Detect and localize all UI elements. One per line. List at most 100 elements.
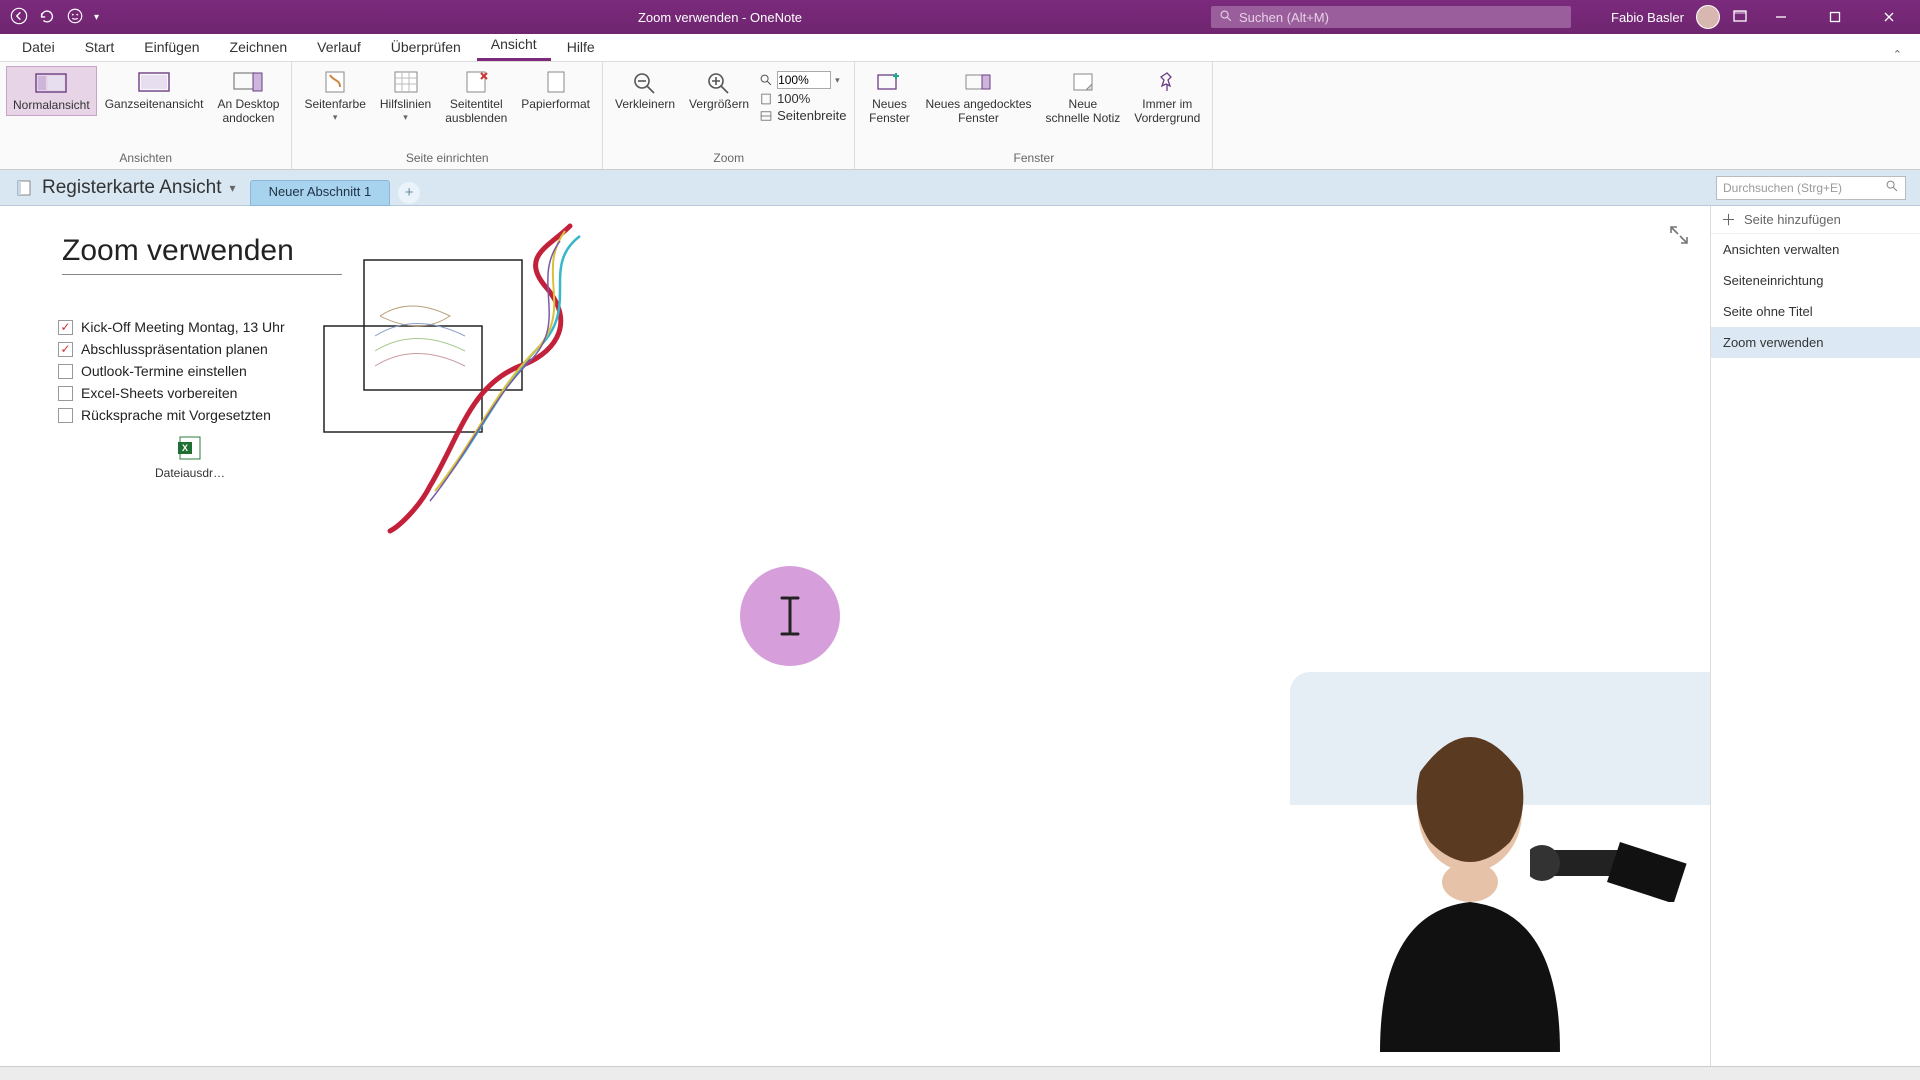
checkbox-icon[interactable] bbox=[58, 364, 73, 379]
tab-ansicht[interactable]: Ansicht bbox=[477, 32, 551, 61]
chevron-down-icon: ▾ bbox=[230, 181, 236, 195]
qat-dropdown-icon[interactable]: ▾ bbox=[94, 12, 99, 23]
tab-start[interactable]: Start bbox=[71, 35, 129, 61]
zoom-pagewidth-button[interactable]: Seitenbreite bbox=[757, 107, 848, 124]
tab-ueberpruefen[interactable]: Überprüfen bbox=[377, 35, 475, 61]
checkbox-icon[interactable]: ✓ bbox=[58, 342, 73, 357]
new-docked-window-button[interactable]: Neues angedocktes Fenster bbox=[919, 66, 1037, 128]
plus-icon: ＋ bbox=[1721, 209, 1736, 230]
ribbon-group-label: Ansichten bbox=[6, 149, 285, 169]
tab-hilfe[interactable]: Hilfe bbox=[553, 35, 609, 61]
cursor-highlight bbox=[740, 566, 840, 666]
normal-view-icon bbox=[33, 69, 69, 97]
ribbon-tabs: Datei Start Einfügen Zeichnen Verlauf Üb… bbox=[0, 34, 1920, 62]
quick-note-icon bbox=[1065, 68, 1101, 96]
dock-to-desktop-button[interactable]: An Desktop andocken bbox=[211, 66, 285, 128]
window-close-button[interactable] bbox=[1868, 0, 1910, 34]
todo-list: ✓Kick-Off Meeting Montag, 13 Uhr ✓Abschl… bbox=[58, 316, 285, 426]
window-title: Zoom verwenden - OneNote bbox=[229, 10, 1211, 25]
hide-title-icon bbox=[458, 68, 494, 96]
docked-window-icon bbox=[961, 68, 997, 96]
page-search[interactable] bbox=[1716, 176, 1906, 200]
page-icon bbox=[759, 92, 773, 106]
page-list-panel: ＋ Seite hinzufügen Ansichten verwalten S… bbox=[1710, 206, 1920, 1066]
pagewidth-icon bbox=[759, 109, 773, 123]
ribbon-group-window: Neues Fenster Neues angedocktes Fenster … bbox=[855, 62, 1213, 169]
zoom-in-button[interactable]: Vergrößern bbox=[683, 66, 755, 114]
ink-scribble[interactable] bbox=[320, 216, 620, 536]
add-page-button[interactable]: ＋ Seite hinzufügen bbox=[1711, 206, 1920, 234]
chevron-down-icon[interactable]: ▾ bbox=[835, 75, 840, 86]
tab-einfuegen[interactable]: Einfügen bbox=[130, 35, 213, 61]
search-input[interactable] bbox=[1239, 10, 1563, 25]
checkbox-icon[interactable] bbox=[58, 408, 73, 423]
window-minimize-button[interactable] bbox=[1760, 0, 1802, 34]
ribbon-group-views: Normalansicht Ganzseitenansicht An Deskt… bbox=[0, 62, 292, 169]
tab-datei[interactable]: Datei bbox=[8, 35, 69, 61]
list-item[interactable]: ✓Abschlusspräsentation planen bbox=[58, 338, 285, 360]
list-item[interactable]: Outlook-Termine einstellen bbox=[58, 360, 285, 382]
zoom-out-icon bbox=[627, 68, 663, 96]
zoom-level-input[interactable] bbox=[777, 71, 831, 89]
pin-icon bbox=[1149, 68, 1185, 96]
list-item[interactable]: Excel-Sheets vorbereiten bbox=[58, 382, 285, 404]
ribbon-display-options-icon[interactable] bbox=[1732, 8, 1748, 27]
fullpage-view-button[interactable]: Ganzseitenansicht bbox=[99, 66, 210, 114]
undo-icon[interactable] bbox=[38, 7, 56, 28]
user-name[interactable]: Fabio Basler bbox=[1611, 10, 1684, 25]
chevron-down-icon: ▾ bbox=[333, 112, 338, 122]
page-color-icon bbox=[317, 68, 353, 96]
page-canvas[interactable]: Zoom verwenden ✓Kick-Off Meeting Montag,… bbox=[0, 206, 1710, 1066]
page-item[interactable]: Zoom verwenden bbox=[1711, 327, 1920, 358]
normal-view-button[interactable]: Normalansicht bbox=[6, 66, 97, 116]
avatar[interactable] bbox=[1696, 5, 1720, 29]
app-name: OneNote bbox=[750, 10, 802, 25]
checkbox-icon[interactable]: ✓ bbox=[58, 320, 73, 335]
touch-mode-icon[interactable] bbox=[66, 7, 84, 28]
page-color-button[interactable]: Seitenfarbe ▾ bbox=[298, 66, 371, 124]
back-icon[interactable] bbox=[10, 7, 28, 28]
window-maximize-button[interactable] bbox=[1814, 0, 1856, 34]
list-item[interactable]: ✓Kick-Off Meeting Montag, 13 Uhr bbox=[58, 316, 285, 338]
global-search[interactable] bbox=[1211, 6, 1571, 28]
zoom-presets: ▾ 100% Seitenbreite bbox=[757, 66, 848, 124]
title-bar: ▾ Zoom verwenden - OneNote Fabio Basler bbox=[0, 0, 1920, 34]
chevron-down-icon: ▾ bbox=[403, 112, 408, 122]
new-window-icon bbox=[871, 68, 907, 96]
page-title[interactable]: Zoom verwenden bbox=[62, 234, 342, 275]
new-window-button[interactable]: Neues Fenster bbox=[861, 66, 917, 128]
hide-page-title-button[interactable]: Seitentitel ausblenden bbox=[439, 66, 513, 128]
page-item[interactable]: Seite ohne Titel bbox=[1711, 296, 1920, 327]
tab-zeichnen[interactable]: Zeichnen bbox=[216, 35, 302, 61]
section-tab[interactable]: Neuer Abschnitt 1 bbox=[250, 180, 391, 206]
notebook-name: Registerkarte Ansicht bbox=[42, 177, 222, 199]
notebook-dropdown[interactable]: Registerkarte Ansicht ▾ bbox=[8, 175, 242, 201]
ribbon-collapse-icon[interactable]: ⌃ bbox=[1893, 48, 1912, 61]
paper-size-button[interactable]: Papierformat bbox=[515, 66, 596, 114]
expand-page-icon[interactable] bbox=[1668, 224, 1690, 246]
document-title: Zoom verwenden bbox=[638, 10, 738, 25]
ribbon: Normalansicht Ganzseitenansicht An Deskt… bbox=[0, 62, 1920, 170]
checkbox-icon[interactable] bbox=[58, 386, 73, 401]
titlebar-right: Fabio Basler bbox=[1611, 0, 1920, 34]
dock-to-desktop-icon bbox=[230, 68, 266, 96]
microphone-icon bbox=[1530, 822, 1690, 902]
excel-file-icon: X bbox=[176, 434, 204, 462]
always-on-top-button[interactable]: Immer im Vordergrund bbox=[1128, 66, 1206, 128]
notebook-icon bbox=[14, 178, 34, 198]
workspace: Zoom verwenden ✓Kick-Off Meeting Montag,… bbox=[0, 206, 1920, 1066]
list-item[interactable]: Rücksprache mit Vorgesetzten bbox=[58, 404, 285, 426]
page-search-input[interactable] bbox=[1723, 181, 1881, 195]
zoom-100-button[interactable]: 100% bbox=[757, 90, 848, 107]
tab-verlauf[interactable]: Verlauf bbox=[303, 35, 375, 61]
new-quick-note-button[interactable]: Neue schnelle Notiz bbox=[1040, 66, 1127, 128]
zoom-level-field[interactable]: ▾ bbox=[757, 70, 848, 90]
add-section-button[interactable]: + bbox=[398, 182, 420, 204]
notebook-section-strip: Registerkarte Ansicht ▾ Neuer Abschnitt … bbox=[0, 170, 1920, 206]
page-item[interactable]: Ansichten verwalten bbox=[1711, 234, 1920, 265]
zoom-out-button[interactable]: Verkleinern bbox=[609, 66, 681, 114]
gridlines-button[interactable]: Hilfslinien ▾ bbox=[374, 66, 437, 124]
page-item[interactable]: Seiteneinrichtung bbox=[1711, 265, 1920, 296]
search-icon bbox=[1219, 9, 1233, 26]
file-attachment[interactable]: X Dateiausdr… bbox=[150, 434, 230, 480]
